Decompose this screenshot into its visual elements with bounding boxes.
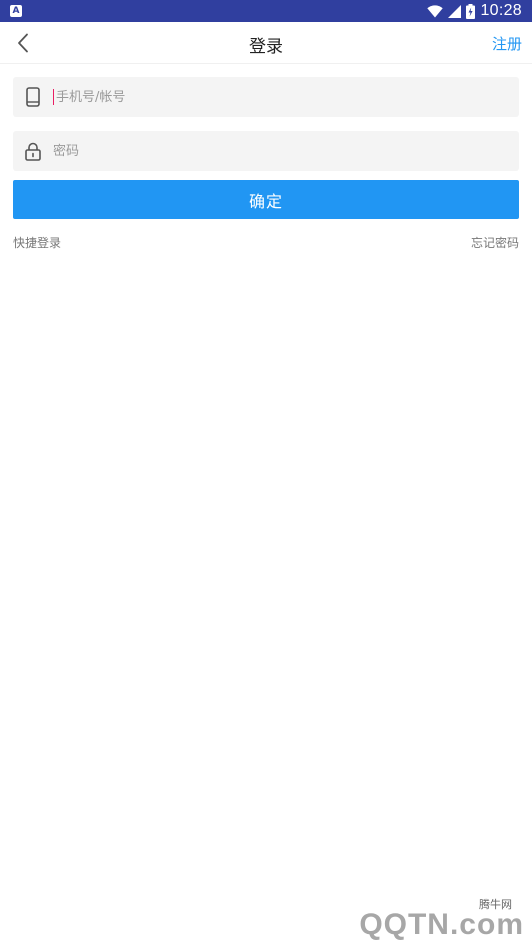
watermark-logo-text: QQTN.com bbox=[359, 908, 524, 941]
watermark: 腾牛网 QQTN.com bbox=[314, 894, 524, 942]
status-left: A bbox=[10, 5, 22, 17]
status-bar: A 10:28 bbox=[0, 0, 532, 22]
status-right: 10:28 bbox=[427, 2, 522, 20]
wifi-icon bbox=[427, 4, 444, 17]
phone-field[interactable] bbox=[13, 77, 519, 117]
register-link[interactable]: 注册 bbox=[492, 33, 522, 54]
phone-input[interactable] bbox=[56, 77, 519, 117]
lock-icon bbox=[25, 142, 41, 161]
battery-icon bbox=[466, 3, 476, 19]
lock-icon-wrap bbox=[13, 131, 53, 171]
phone-icon bbox=[26, 87, 40, 107]
phone-icon-wrap bbox=[13, 77, 53, 117]
status-time: 10:28 bbox=[480, 2, 522, 19]
quick-login-link[interactable]: 快捷登录 bbox=[13, 234, 61, 251]
password-field[interactable] bbox=[13, 131, 519, 171]
text-caret bbox=[53, 89, 54, 105]
forgot-password-link[interactable]: 忘记密码 bbox=[471, 234, 519, 251]
page-title: 登录 bbox=[249, 37, 283, 57]
confirm-button[interactable]: 确定 bbox=[13, 180, 519, 219]
signal-icon bbox=[448, 4, 462, 18]
password-input[interactable] bbox=[53, 131, 519, 171]
nav-bar: 登录 注册 bbox=[0, 22, 532, 64]
notification-icon: A bbox=[10, 5, 22, 17]
